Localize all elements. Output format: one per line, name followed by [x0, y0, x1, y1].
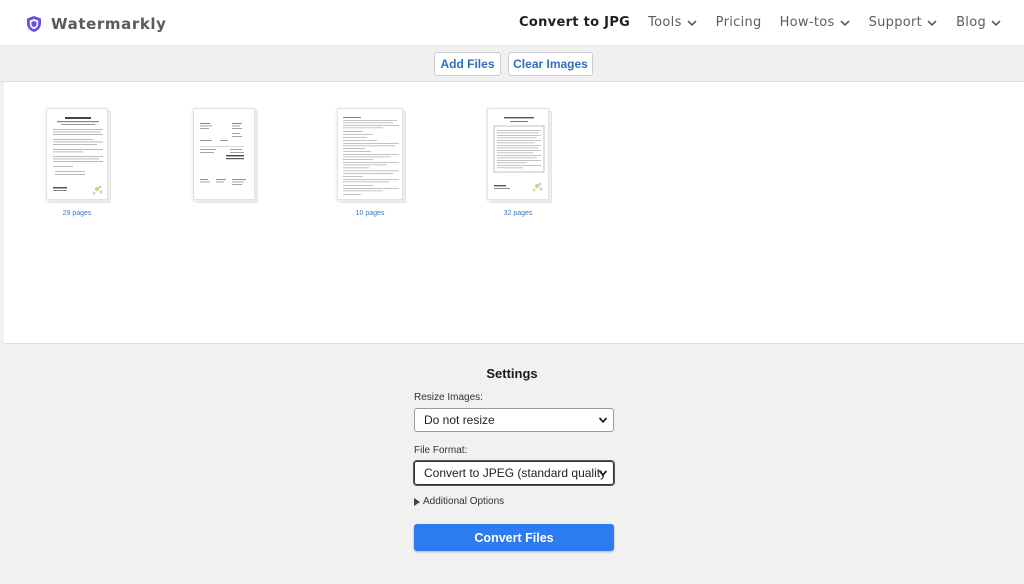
- document-preview: [487, 108, 549, 200]
- nav-pricing[interactable]: Pricing: [716, 15, 762, 30]
- shield-icon: [27, 16, 41, 32]
- caret-right-icon: [414, 497, 420, 506]
- resize-images-select[interactable]: Do not resize: [414, 408, 614, 432]
- convert-files-button[interactable]: Convert Files: [414, 524, 614, 551]
- chevron-down-icon: [598, 417, 608, 424]
- settings-panel: Settings Resize Images: Do not resize Fi…: [0, 345, 1024, 584]
- select-value: Do not resize: [424, 413, 495, 427]
- file-thumbnail[interactable]: 29 pages: [46, 108, 116, 217]
- nav-label: How-tos: [779, 15, 835, 30]
- select-value: Convert to JPEG (standard quality, r: [424, 466, 604, 480]
- file-list: 29 pages 10 pages 32 pages: [4, 82, 1024, 344]
- additional-options-toggle[interactable]: Additional Options: [414, 496, 504, 507]
- file-format-select[interactable]: Convert to JPEG (standard quality, r: [413, 460, 615, 486]
- chevron-down-icon: [991, 19, 1001, 26]
- settings-title: Settings: [486, 366, 538, 381]
- additional-options-label: Additional Options: [423, 496, 505, 507]
- main-nav: Convert to JPG Tools Pricing How-tos Sup…: [519, 15, 1002, 30]
- nav-support[interactable]: Support: [869, 15, 939, 30]
- resize-images-label: Resize Images:: [414, 392, 483, 403]
- file-thumbnail[interactable]: 32 pages: [487, 108, 557, 217]
- chevron-down-icon: [598, 470, 608, 477]
- file-toolbar: Add Files Clear Images: [0, 46, 1024, 82]
- nav-label: Blog: [956, 15, 986, 30]
- chevron-down-icon: [839, 19, 850, 26]
- file-format-label: File Format:: [414, 445, 468, 456]
- clear-images-button[interactable]: Clear Images: [508, 52, 593, 76]
- page-count: 32 pages: [503, 210, 533, 217]
- chevron-down-icon: [927, 19, 937, 26]
- file-thumbnail[interactable]: 10 pages: [337, 108, 407, 217]
- nav-blog[interactable]: Blog: [956, 15, 1002, 30]
- nav-label: Support: [868, 15, 923, 30]
- nav-label: Tools: [648, 15, 682, 30]
- chevron-down-icon: [687, 19, 697, 26]
- brand-name: Watermarkly: [51, 15, 167, 33]
- add-files-button[interactable]: Add Files: [434, 52, 501, 76]
- site-header: Watermarkly Convert to JPG Tools Pricing…: [0, 0, 1024, 46]
- nav-label: Pricing: [715, 15, 762, 30]
- document-preview: [193, 108, 255, 200]
- document-preview: [337, 108, 403, 200]
- nav-tools[interactable]: Tools: [648, 15, 698, 30]
- document-preview: [46, 108, 108, 200]
- logo[interactable]: Watermarkly: [26, 13, 167, 35]
- page-count: 29 pages: [62, 210, 92, 217]
- nav-label: Convert to JPG: [519, 15, 631, 30]
- nav-convert-to-jpg[interactable]: Convert to JPG: [519, 15, 630, 30]
- nav-how-tos[interactable]: How-tos: [780, 15, 851, 30]
- page-count: 10 pages: [355, 210, 385, 217]
- file-thumbnail[interactable]: [193, 108, 263, 200]
